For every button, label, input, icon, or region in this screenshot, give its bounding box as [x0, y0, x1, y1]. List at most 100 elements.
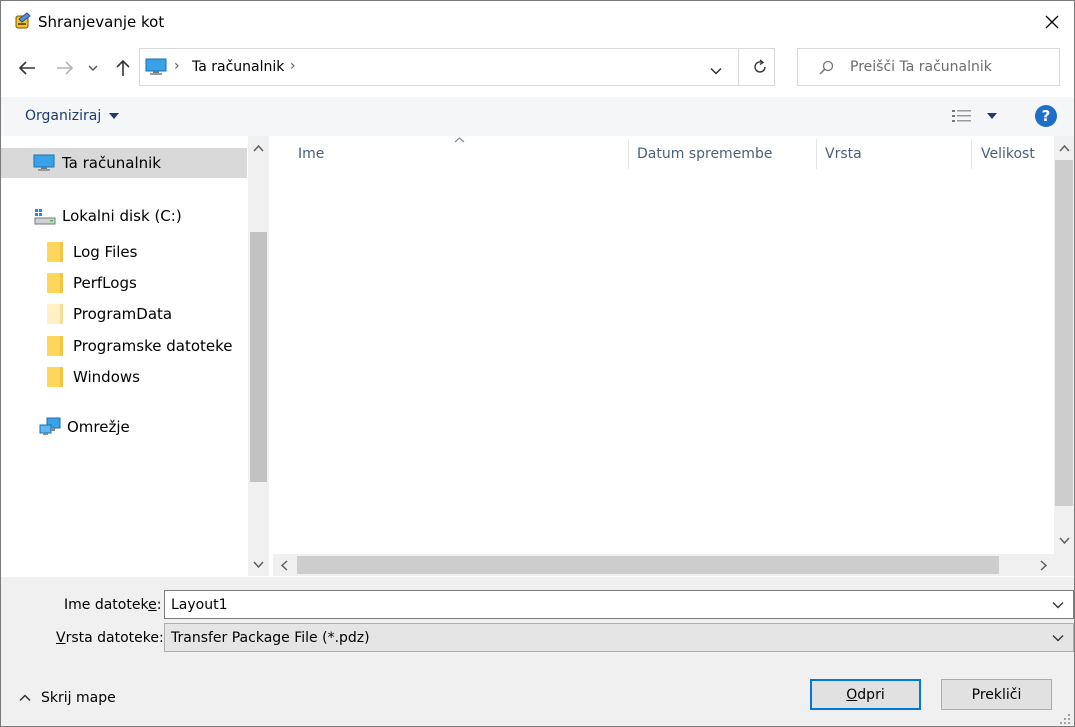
scroll-right-icon[interactable] — [1040, 560, 1047, 571]
sort-ascending-icon — [454, 137, 465, 143]
computer-icon — [145, 58, 167, 80]
search-icon — [818, 60, 834, 80]
sidebar-item-log-files[interactable]: Log Files — [47, 237, 137, 267]
folder-icon — [47, 242, 63, 262]
up-button[interactable] — [111, 56, 135, 80]
sidebar-item-label: Windows — [73, 368, 140, 386]
details-view-icon — [952, 110, 971, 122]
folder-icon — [47, 367, 63, 387]
title-bar: Shranjevanje kot — [1, 1, 1074, 41]
column-separator[interactable] — [971, 139, 972, 169]
network-icon — [39, 417, 61, 435]
filename-label-text: Ime datotek — [64, 597, 149, 613]
filetype-label-accel: V — [56, 630, 66, 646]
sidebar-item-label: Omrežje — [67, 418, 130, 436]
column-separator[interactable] — [628, 139, 629, 169]
chevron-down-icon[interactable] — [1052, 634, 1064, 642]
filename-value: Layout1 — [171, 596, 228, 613]
open-button[interactable]: Odpri — [810, 679, 921, 710]
file-list-vscrollbar[interactable] — [1054, 136, 1074, 554]
folder-icon — [47, 273, 63, 293]
close-button[interactable] — [1036, 6, 1068, 38]
transfer-package-icon — [13, 11, 33, 31]
drive-icon — [34, 209, 56, 225]
help-icon: ? — [1041, 107, 1051, 125]
close-icon — [1045, 15, 1059, 29]
filename-field[interactable]: Layout1 — [164, 590, 1074, 619]
folder-icon — [47, 304, 63, 324]
view-options-button[interactable] — [951, 108, 997, 124]
breadcrumb-this-pc[interactable]: Ta računalnik — [192, 59, 284, 75]
refresh-button[interactable] — [752, 59, 768, 79]
column-separator[interactable] — [816, 139, 817, 169]
resize-grip-icon[interactable] — [1059, 713, 1071, 725]
navigation-pane: Ta računalnik Lokalni disk (C:) Log File… — [1, 136, 269, 576]
filename-label: Ime datoteke: — [64, 597, 161, 613]
address-divider — [738, 49, 739, 85]
search-placeholder: Preišči Ta računalnik — [850, 59, 992, 75]
forward-button[interactable] — [53, 56, 77, 80]
save-as-dialog: Shranjevanje kot › Ta računalnik › Preiš… — [0, 0, 1075, 727]
computer-icon — [33, 154, 55, 171]
arrow-right-icon — [57, 61, 74, 75]
file-list[interactable] — [273, 136, 1053, 556]
organize-button[interactable]: Organiziraj — [25, 108, 120, 124]
open-button-accel: O — [846, 686, 858, 703]
sidebar-item-local-disk[interactable]: Lokalni disk (C:) — [34, 201, 182, 231]
sidebar-item-label: Programske datoteke — [73, 337, 233, 355]
filetype-label: Vrsta datoteke: — [56, 630, 164, 646]
help-button[interactable]: ? — [1035, 105, 1057, 127]
column-header-name[interactable]: Ime — [298, 136, 324, 172]
sidebar-item-label: ProgramData — [73, 305, 173, 323]
filename-label-colon: : — [156, 597, 162, 613]
sidebar-item-label: Log Files — [73, 243, 138, 261]
chevron-down-icon — [88, 65, 98, 71]
column-header-date[interactable]: Datum spremembe — [637, 136, 772, 172]
sidebar-item-network[interactable]: Omrežje — [39, 412, 130, 442]
bottom-panel: Ime datoteke: Layout1 Vrsta datoteke: Tr… — [1, 577, 1074, 726]
sidebar-scrollbar[interactable] — [248, 136, 269, 576]
caret-down-icon — [987, 113, 997, 119]
file-list-hscrollbar[interactable] — [273, 554, 1074, 576]
sidebar-item-programdata[interactable]: ProgramData — [47, 299, 172, 329]
scroll-up-icon[interactable] — [253, 145, 264, 152]
sidebar-item-windows[interactable]: Windows — [47, 362, 140, 392]
scroll-down-icon[interactable] — [1059, 537, 1070, 544]
search-box[interactable]: Preišči Ta računalnik — [797, 48, 1060, 86]
address-bar[interactable]: › Ta računalnik › — [139, 48, 775, 86]
cancel-button[interactable]: Prekliči — [941, 679, 1052, 710]
breadcrumb-expand[interactable]: › — [290, 58, 296, 74]
filetype-value: Transfer Package File (*.pdz) — [171, 629, 370, 646]
filename-label-accel: e — [148, 597, 157, 613]
recent-locations-button[interactable] — [85, 56, 101, 80]
hide-folders-label: Skrij mape — [41, 690, 116, 706]
column-header-type[interactable]: Vrsta — [825, 136, 862, 172]
caret-down-icon — [109, 113, 120, 119]
cancel-button-label: Prekliči — [971, 686, 1022, 703]
sidebar-item-programske-datoteke[interactable]: Programske datoteke — [47, 331, 233, 361]
window-title: Shranjevanje kot — [38, 13, 165, 31]
column-header-size[interactable]: Velikost — [981, 136, 1035, 172]
organize-label: Organiziraj — [25, 108, 102, 124]
hide-folders-button[interactable]: Skrij mape — [19, 690, 116, 706]
scroll-up-icon[interactable] — [1059, 145, 1070, 152]
refresh-icon — [754, 59, 766, 73]
arrow-up-icon — [116, 59, 130, 76]
scroll-left-icon[interactable] — [281, 560, 288, 571]
breadcrumb-separator: › — [174, 58, 180, 74]
file-list-hscroll-thumb[interactable] — [297, 556, 999, 574]
filetype-select[interactable]: Transfer Package File (*.pdz) — [164, 623, 1074, 652]
sidebar-scroll-thumb[interactable] — [250, 232, 267, 482]
sidebar-item-perflogs[interactable]: PerfLogs — [47, 268, 137, 298]
file-list-vscroll-thumb[interactable] — [1055, 160, 1073, 506]
address-history-dropdown[interactable] — [710, 63, 722, 79]
sidebar-item-label: PerfLogs — [73, 274, 137, 292]
folder-icon — [47, 336, 63, 356]
sidebar-item-this-pc[interactable]: Ta računalnik — [1, 148, 247, 178]
chevron-down-icon — [710, 67, 722, 75]
filetype-label-text: rsta datoteke: — [65, 630, 164, 646]
scroll-down-icon[interactable] — [253, 561, 264, 568]
chevron-down-icon[interactable] — [1052, 601, 1064, 609]
open-button-label: dpri — [857, 686, 885, 703]
back-button[interactable] — [15, 56, 39, 80]
